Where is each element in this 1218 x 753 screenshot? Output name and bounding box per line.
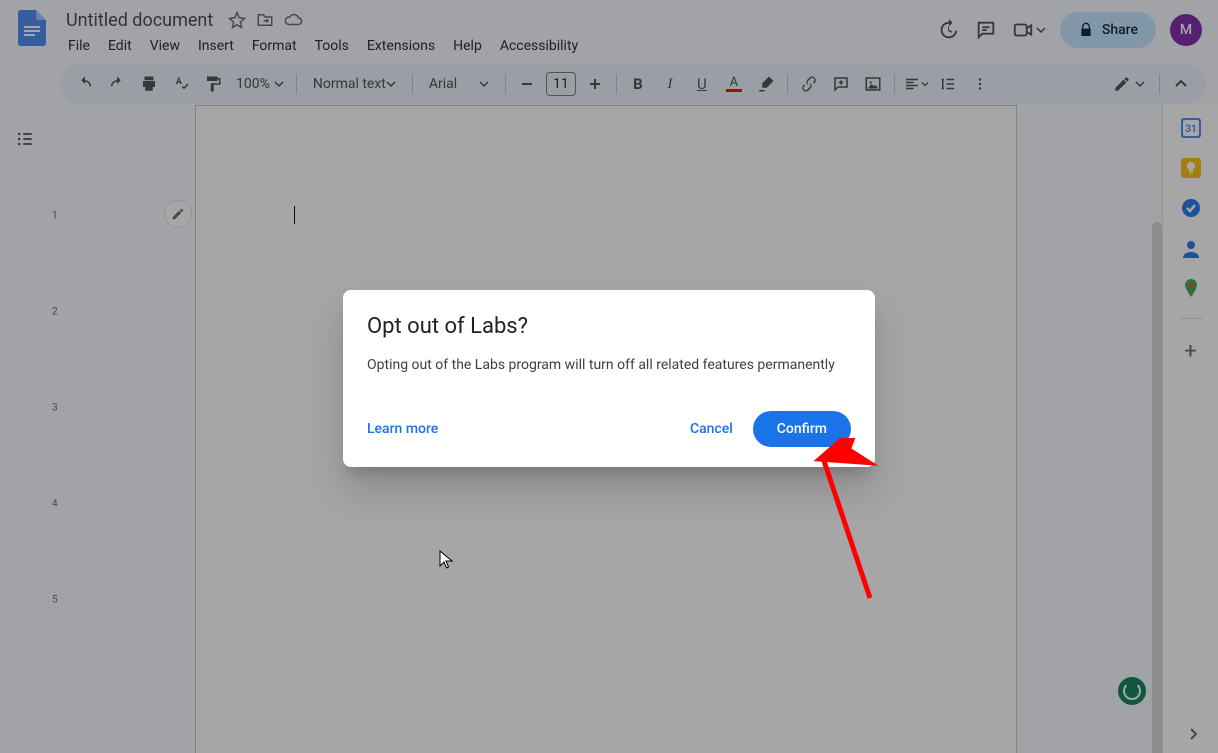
dialog-title: Opt out of Labs? (367, 314, 851, 339)
opt-out-dialog: Opt out of Labs? Opting out of the Labs … (343, 290, 875, 467)
confirm-button[interactable]: Confirm (753, 411, 851, 447)
learn-more-link[interactable]: Learn more (367, 421, 438, 437)
dialog-body-text: Opting out of the Labs program will turn… (367, 355, 851, 375)
cancel-button[interactable]: Cancel (678, 413, 745, 445)
